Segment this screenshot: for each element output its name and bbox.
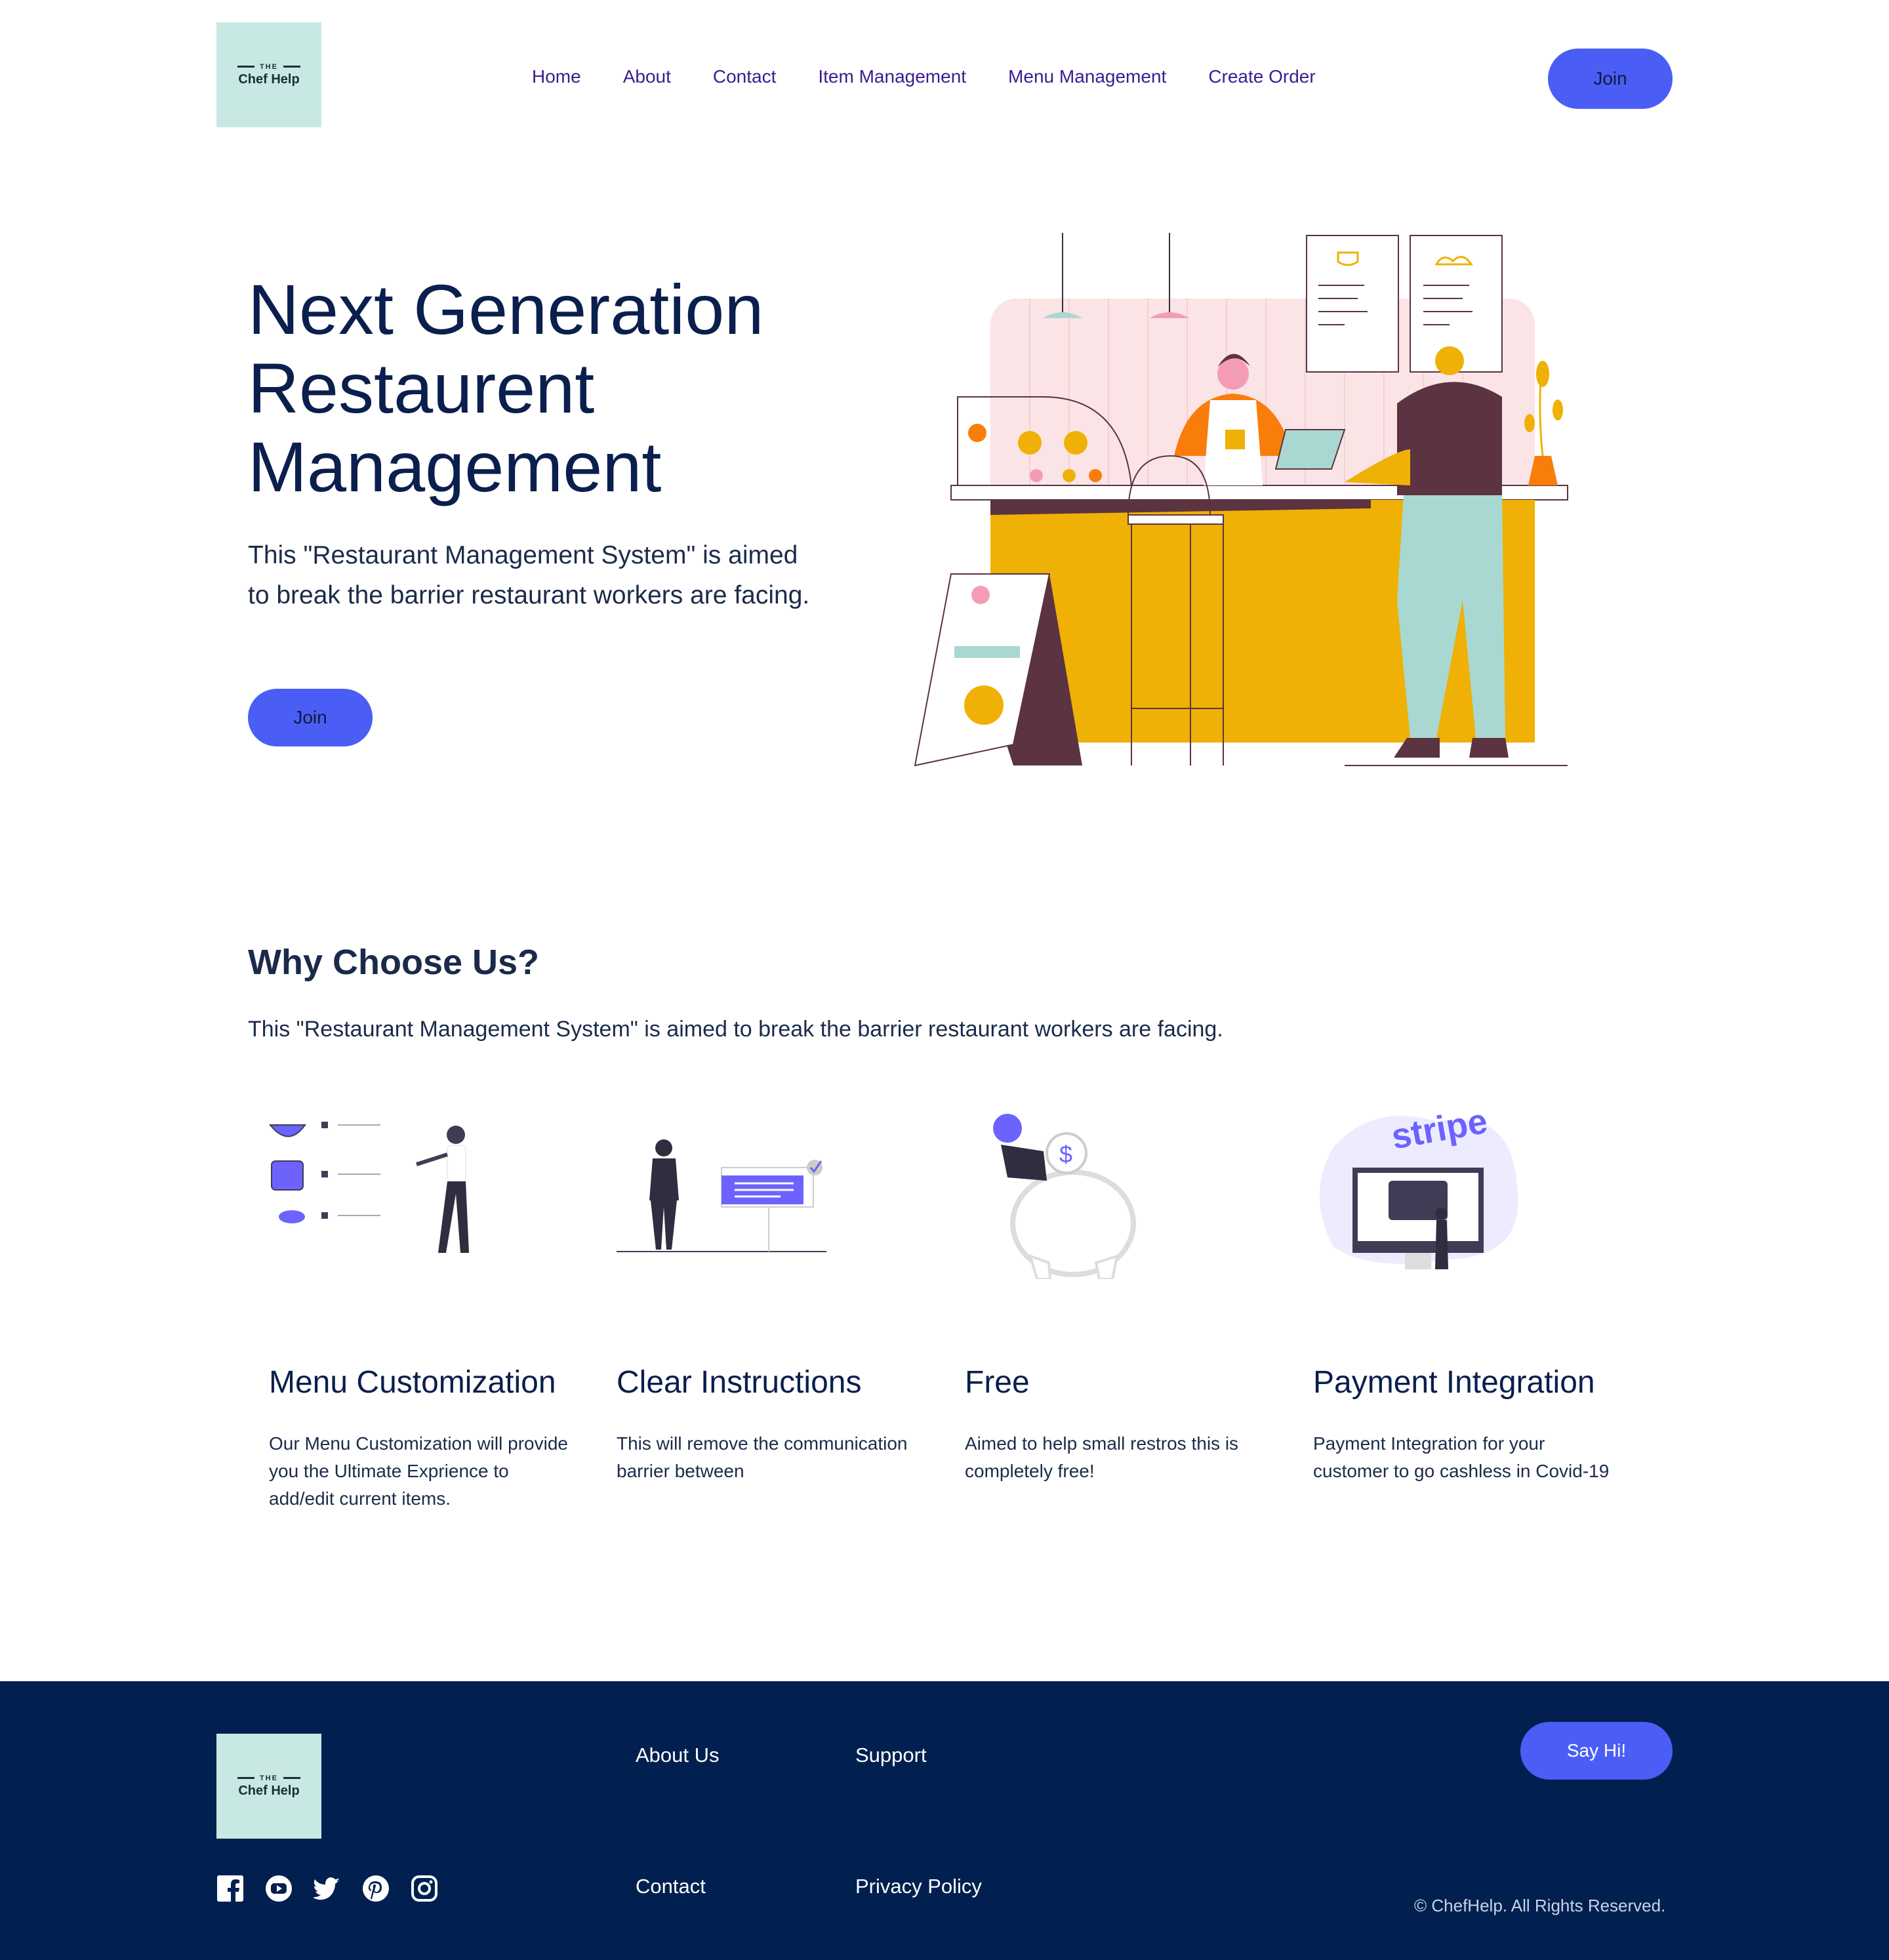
feature-title: Clear Instructions [617,1365,862,1400]
hero-title-line: Management [248,427,662,506]
logo-small-text: THE [237,63,300,71]
svg-text:$: $ [1059,1141,1072,1168]
hero-subtitle: This "Restaurant Management System" is a… [248,541,810,609]
hero-title-line: Restaurent [248,348,595,428]
footer-logo[interactable]: THE Chef Help [216,1734,321,1839]
footer-link-contact[interactable]: Contact [636,1875,706,1898]
feature-card-free: $ Free Aimed to help small restros this … [965,1102,1280,1481]
cafe-counter-illustration [914,233,1568,767]
twitter-icon[interactable] [312,1875,341,1902]
feature-description: Aimed to help small restros this is comp… [965,1433,1239,1481]
nav-link-item-management[interactable]: Item Management [818,66,966,87]
why-section-subtitle: This "Restaurant Management System" is a… [248,1017,1223,1042]
feature-description: Our Menu Customization will provide you … [269,1433,568,1509]
feature-title: Menu Customization [269,1365,556,1400]
pinterest-icon[interactable] [362,1875,390,1902]
logo-name-text: Chef Help [238,1783,300,1798]
feature-description: This will remove the communication barri… [617,1433,908,1481]
header-join-button[interactable]: Join [1548,49,1673,109]
feature-title: Payment Integration [1313,1365,1595,1400]
feature-title: Free [965,1365,1030,1400]
footer-link-privacy[interactable]: Privacy Policy [855,1875,982,1898]
youtube-icon[interactable] [265,1875,293,1902]
nav-link-create-order[interactable]: Create Order [1208,66,1315,87]
nav-link-about[interactable]: About [623,66,671,87]
chef-help-logo[interactable]: THE Chef Help [216,22,321,127]
footer-link-about[interactable]: About Us [636,1744,720,1767]
logo-name-text: Chef Help [238,71,300,87]
logo-small-text: THE [237,1774,300,1782]
nav-link-home[interactable]: Home [532,66,581,87]
hero-join-button[interactable]: Join [248,689,373,746]
main-nav: Home About Contact Item Management Menu … [532,66,1316,87]
copyright-text: © ChefHelp. All Rights Reserved. [1414,1896,1666,1915]
nav-link-contact[interactable]: Contact [713,66,777,87]
feature-card-menu-customization: Menu Customization Our Menu Customizatio… [269,1102,584,1509]
feature-card-clear-instructions: Clear Instructions This will remove the … [617,1102,931,1481]
instagram-icon[interactable] [411,1875,438,1902]
menu-customization-illustration [269,1122,469,1253]
site-header: THE Chef Help Home About Contact Item Ma… [0,0,1889,151]
hero-title-line: Next Generation [248,270,764,349]
facebook-icon[interactable] [216,1875,244,1902]
piggy-bank-illustration: $ [993,1114,1136,1279]
site-footer: THE Chef Help About Us Support Contact P… [0,1681,1889,1960]
feature-description: Payment Integration for your customer to… [1313,1433,1610,1481]
footer-link-support[interactable]: Support [855,1744,927,1767]
why-section-title: Why Choose Us? [248,943,540,982]
nav-link-menu-management[interactable]: Menu Management [1008,66,1166,87]
hero-title: Next Generation Restaurent Management [248,270,838,506]
social-links [216,1875,438,1902]
feature-card-payment-integration: stripe Payment Integration Payment Integ… [1313,1102,1628,1481]
clear-instructions-illustration [617,1139,826,1252]
stripe-payment-illustration: stripe [1320,1102,1518,1269]
say-hi-button[interactable]: Say Hi! [1520,1722,1673,1780]
